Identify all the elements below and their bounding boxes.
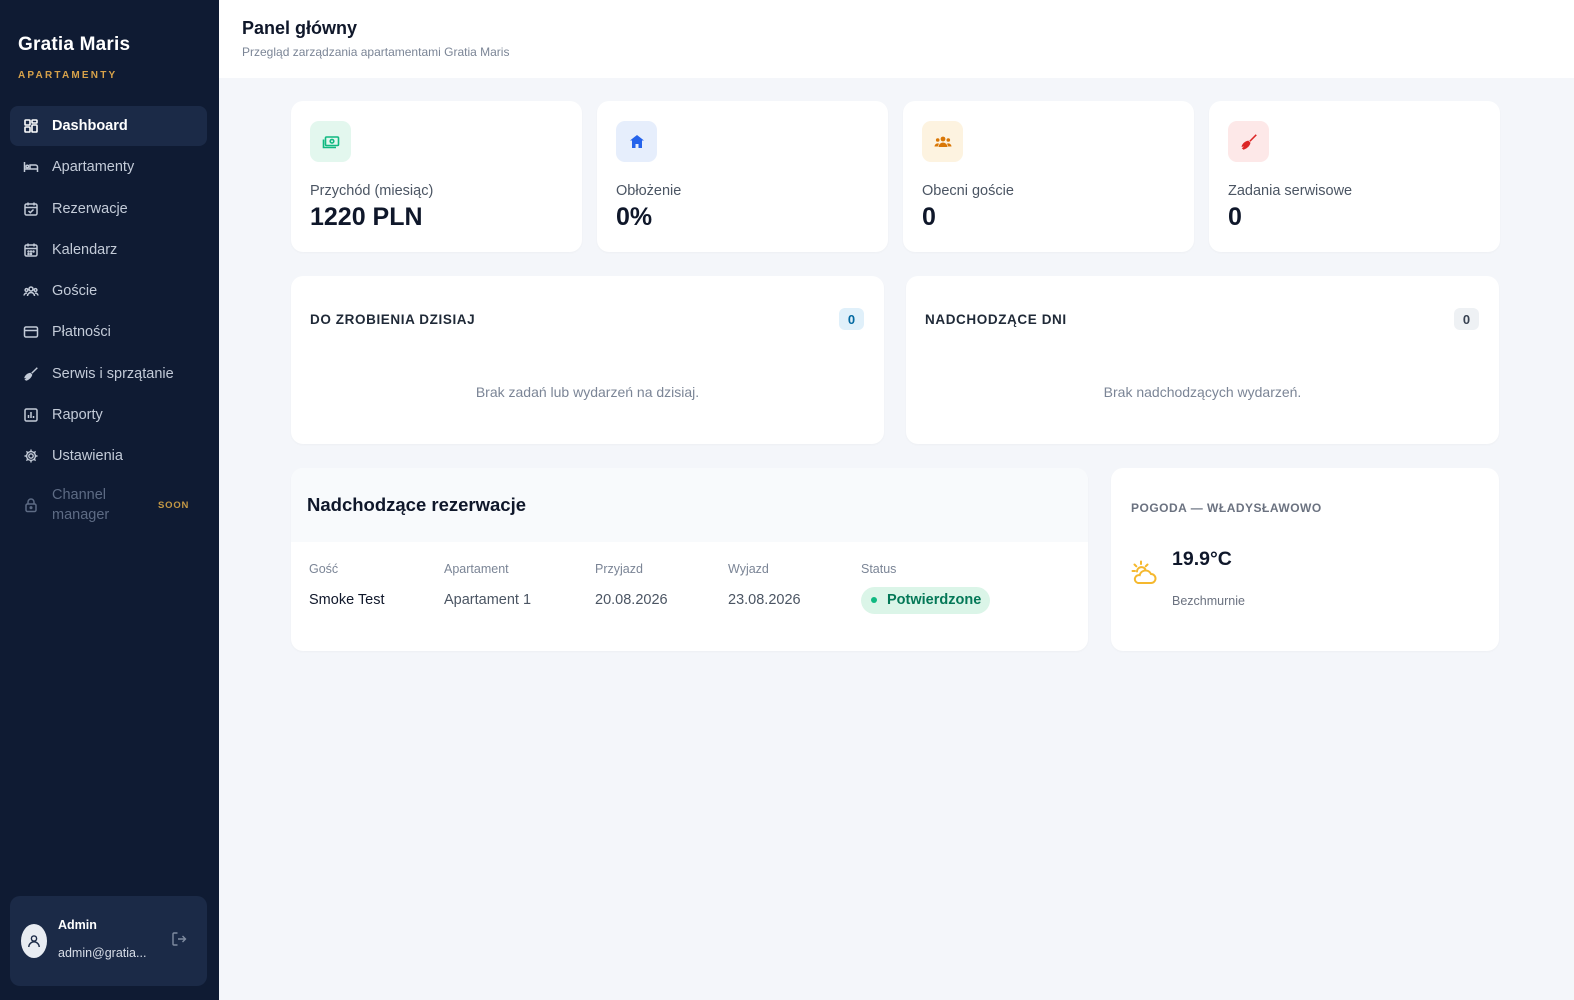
column-header-status: Status xyxy=(861,562,897,576)
stat-label: Obecni goście xyxy=(922,183,1014,199)
cell-arrival: 20.08.2026 xyxy=(595,592,668,608)
page-subtitle: Przegląd zarządzania apartamentami Grati… xyxy=(242,45,510,59)
reservations-header: Nadchodzące rezerwacje xyxy=(291,468,1088,542)
page-title: Panel główny xyxy=(242,18,358,38)
reservations-table: Gość Apartament Przyjazd Wyjazd Status S… xyxy=(309,558,1069,620)
column-header-departure: Wyjazd xyxy=(728,562,769,576)
today-title: DO ZROBIENIA DZISIAJ xyxy=(310,312,476,327)
today-count-badge: 0 xyxy=(839,308,864,330)
sidebar-item-payments[interactable]: Płatności xyxy=(10,312,207,352)
stat-value: 0% xyxy=(616,203,653,231)
user-email: admin@gratia... xyxy=(58,946,147,960)
stat-value: 0 xyxy=(922,203,936,231)
weather-card: POGODA — WŁADYSŁAWOWO 19.9°C Bezchmurnie xyxy=(1111,468,1499,651)
cell-guest: Smoke Test xyxy=(309,592,385,608)
sidebar-item-label: Apartamenty xyxy=(52,159,135,176)
user-icon xyxy=(28,935,40,948)
sidebar-item-label: Ustawienia xyxy=(52,448,123,465)
sidebar-item-reservations[interactable]: Rezerwacje xyxy=(10,189,207,229)
sidebar-item-label: Rezerwacje xyxy=(52,200,128,217)
status-dot xyxy=(871,597,877,603)
table-header-row: Gość Apartament Przyjazd Wyjazd Status xyxy=(309,558,1069,580)
stat-value: 0 xyxy=(1228,203,1242,231)
sidebar-item-apartments[interactable]: Apartamenty xyxy=(10,147,207,187)
soon-badge: SOON xyxy=(158,499,190,511)
money-icon xyxy=(310,121,351,162)
credit-card-icon xyxy=(23,324,39,340)
stat-card-revenue: Przychód (miesiąc) 1220 PLN xyxy=(291,101,582,252)
brand-name: Gratia Maris xyxy=(18,34,131,55)
sidebar-item-label: Serwis i sprzątanie xyxy=(52,365,174,382)
dashboard-grid-icon xyxy=(23,118,39,134)
status-badge: Potwierdzone xyxy=(861,586,991,614)
users-icon xyxy=(922,121,963,162)
stat-card-occupancy: Obłożenie 0% xyxy=(597,101,888,252)
stat-value: 1220 PLN xyxy=(310,203,423,231)
calendar-check-icon xyxy=(23,201,39,217)
weather-description: Bezchmurnie xyxy=(1172,594,1245,608)
sidebar-item-label: Goście xyxy=(52,283,98,300)
upcoming-title: NADCHODZĄCE DNI xyxy=(925,312,1067,327)
sidebar: Gratia Maris APARTAMENTY Dashboard Apart… xyxy=(0,0,219,1000)
logout-icon[interactable] xyxy=(170,930,188,948)
column-header-guest: Gość xyxy=(309,562,339,576)
today-panel: DO ZROBIENIA DZISIAJ 0 Brak zadań lub wy… xyxy=(291,276,884,444)
gear-icon xyxy=(23,448,39,464)
calendar-icon xyxy=(23,242,39,258)
sidebar-item-label: Kalendarz xyxy=(52,241,118,258)
broom-icon xyxy=(23,366,39,382)
reservations-card: Nadchodzące rezerwacje Gość Apartament P… xyxy=(291,468,1088,651)
today-empty-message: Brak zadań lub wydarzeń na dzisiaj. xyxy=(475,384,700,400)
upcoming-empty-message: Brak nadchodzących wydarzeń. xyxy=(1103,384,1302,400)
sidebar-item-label: Płatności xyxy=(52,324,111,341)
sidebar-item-channel-manager: Channel manager SOON xyxy=(10,478,207,532)
upcoming-panel: NADCHODZĄCE DNI 0 Brak nadchodzących wyd… xyxy=(906,276,1499,444)
sidebar-item-label: Dashboard xyxy=(52,118,128,134)
sidebar-nav: Dashboard Apartamenty Rezerwacje Kalenda… xyxy=(10,106,207,534)
status-text: Potwierdzone xyxy=(887,592,982,608)
stat-label: Obłożenie xyxy=(616,183,682,199)
user-card: Admin admin@gratia... xyxy=(10,896,207,986)
sidebar-item-service[interactable]: Serwis i sprzątanie xyxy=(10,354,207,394)
cell-status: Potwierdzone xyxy=(861,580,1069,620)
sidebar-item-dashboard[interactable]: Dashboard xyxy=(10,106,207,146)
weather-temperature: 19.9°C xyxy=(1172,548,1232,570)
brand-subtitle: APARTAMENTY xyxy=(18,70,118,81)
sidebar-item-guests[interactable]: Goście xyxy=(10,271,207,311)
user-name: Admin xyxy=(58,918,97,932)
page-header: Panel główny Przegląd zarządzania aparta… xyxy=(219,0,1574,78)
reservations-title: Nadchodzące rezerwacje xyxy=(307,494,527,515)
bar-chart-icon xyxy=(23,407,39,423)
stat-card-service-tasks: Zadania serwisowe 0 xyxy=(1209,101,1500,252)
users-icon xyxy=(23,283,39,299)
sidebar-item-settings[interactable]: Ustawienia xyxy=(10,436,207,476)
sidebar-item-label: Channel manager xyxy=(52,487,110,524)
sun-cloud-icon xyxy=(1131,559,1159,587)
bed-icon xyxy=(23,159,39,175)
column-header-apartment: Apartament xyxy=(444,562,509,576)
cell-apartment: Apartament 1 xyxy=(444,592,532,608)
weather-title: POGODA — WŁADYSŁAWOWO xyxy=(1131,501,1322,515)
sidebar-item-label: Raporty xyxy=(52,407,103,424)
brand: Gratia Maris APARTAMENTY xyxy=(18,34,130,81)
table-row[interactable]: Smoke Test Apartament 1 20.08.2026 23.08… xyxy=(309,580,1069,620)
stat-label: Przychód (miesiąc) xyxy=(310,183,434,199)
sidebar-item-reports[interactable]: Raporty xyxy=(10,395,207,435)
lock-icon xyxy=(23,497,39,513)
stat-card-current-guests: Obecni goście 0 xyxy=(903,101,1194,252)
broom-icon xyxy=(1228,121,1269,162)
upcoming-count-badge: 0 xyxy=(1454,308,1479,330)
home-icon xyxy=(616,121,657,162)
sidebar-item-calendar[interactable]: Kalendarz xyxy=(10,230,207,270)
stat-label: Zadania serwisowe xyxy=(1228,183,1353,199)
column-header-arrival: Przyjazd xyxy=(595,562,643,576)
cell-departure: 23.08.2026 xyxy=(728,592,801,608)
avatar xyxy=(21,924,47,958)
